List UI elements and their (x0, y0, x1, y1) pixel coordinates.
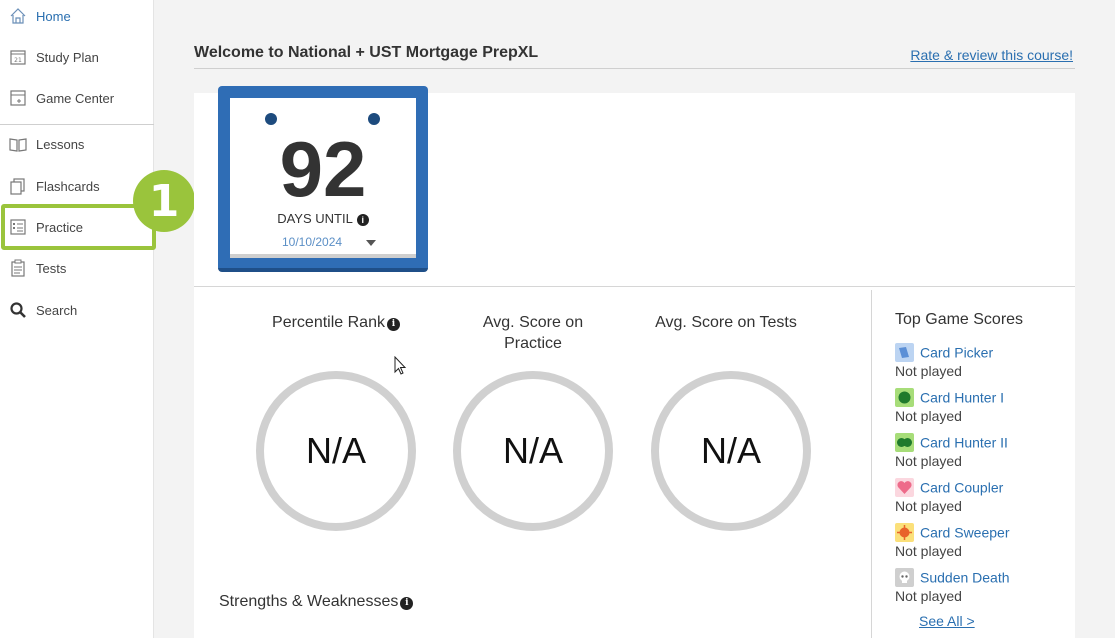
game-score-item: Sudden Death Not played (895, 568, 1065, 604)
days-until-text: DAYS UNTIL (277, 211, 353, 226)
step-callout-badge: 1 (133, 170, 195, 232)
panel-vertical-divider (871, 290, 872, 638)
svg-text:21: 21 (14, 57, 22, 64)
page-title: Welcome to National + UST Mortgage PrepX… (194, 44, 539, 61)
game-link-sudden-death[interactable]: Sudden Death (920, 570, 1010, 586)
sidebar-divider (0, 124, 154, 125)
sidebar-item-label: Lessons (36, 136, 85, 152)
game-score-item: Card Hunter I Not played (895, 388, 1065, 424)
game-score: Not played (895, 543, 962, 559)
clipboard-icon (9, 259, 27, 277)
game-link-card-hunter-ii[interactable]: Card Hunter II (920, 435, 1008, 451)
sidebar-item-label: Search (36, 302, 78, 318)
sweeper-icon (895, 523, 914, 542)
game-score-item: Card Coupler Not played (895, 478, 1065, 514)
sidebar-item-game-center[interactable]: Game Center (0, 81, 154, 115)
game-score: Not played (895, 498, 962, 514)
game-link-card-sweeper[interactable]: Card Sweeper (920, 525, 1010, 541)
sidebar-item-label: Game Center (36, 90, 115, 106)
flashcards-icon (9, 177, 27, 195)
header-divider (194, 68, 1075, 69)
percentile-rank-title: Percentile Rank i (246, 312, 426, 333)
game-score: Not played (895, 588, 962, 604)
sidebar-item-search[interactable]: Search (0, 293, 154, 327)
calendar-ring-icon (368, 113, 380, 125)
percentile-rank-label: Percentile Rank (272, 314, 385, 331)
game-score: Not played (895, 408, 962, 424)
info-icon[interactable]: i (400, 597, 414, 610)
top-game-scores-title: Top Game Scores (895, 311, 1024, 328)
sidebar-item-label: Home (36, 8, 71, 24)
game-link-card-picker[interactable]: Card Picker (920, 345, 993, 361)
practice-highlight-box (1, 204, 156, 250)
days-count: 92 (279, 125, 367, 213)
game-score: Not played (895, 363, 962, 379)
game-score-item: Card Hunter II Not played (895, 433, 1065, 469)
countdown-calendar: 92 DAYS UNTIL i 10/10/2024 (218, 86, 428, 272)
skull-icon (895, 568, 914, 587)
card-picker-icon (895, 343, 914, 362)
game-link-card-coupler[interactable]: Card Coupler (920, 480, 1003, 496)
card-hunter-ii-icon (895, 433, 914, 452)
info-icon[interactable]: i (356, 214, 369, 226)
game-score-item: Card Picker Not played (895, 343, 1065, 379)
game-center-icon (9, 89, 27, 107)
sidebar-item-tests[interactable]: Tests (0, 251, 154, 285)
sidebar-item-label: Tests (36, 260, 67, 276)
percentile-rank-ring: N/A (256, 371, 416, 531)
game-score-item: Card Sweeper Not played (895, 523, 1065, 559)
calendar-ring-icon (265, 113, 277, 125)
strengths-weaknesses-title: Strengths & Weaknesses i (219, 593, 414, 611)
sidebar: Home 21 Study Plan Game Center Lessons F… (0, 0, 154, 638)
sidebar-item-flashcards[interactable]: Flashcards (0, 169, 154, 203)
sidebar-item-label: Study Plan (36, 49, 99, 65)
sidebar-item-home[interactable]: Home (0, 0, 154, 33)
info-icon[interactable]: i (386, 318, 400, 331)
sidebar-item-study-plan[interactable]: 21 Study Plan (0, 40, 154, 74)
strengths-weaknesses-label: Strengths & Weaknesses (219, 593, 399, 610)
search-icon (9, 301, 27, 319)
avg-practice-title: Avg. Score on Practice (482, 314, 584, 352)
avg-tests-ring: N/A (651, 371, 811, 531)
avg-practice-ring: N/A (453, 371, 613, 531)
chevron-down-icon[interactable] (366, 240, 376, 246)
avg-tests-title: Avg. Score on Tests (655, 314, 797, 331)
book-icon (9, 135, 27, 153)
home-icon (9, 7, 27, 25)
sidebar-item-label: Flashcards (36, 178, 100, 194)
rate-review-link[interactable]: Rate & review this course! (910, 47, 1073, 63)
see-all-link[interactable]: See All > (919, 613, 975, 629)
heart-icon (895, 478, 914, 497)
exam-date[interactable]: 10/10/2024 (282, 235, 342, 249)
game-score: Not played (895, 453, 962, 469)
calendar-icon: 21 (9, 48, 27, 66)
card-hunter-icon (895, 388, 914, 407)
days-until-label: DAYS UNTIL i (230, 211, 416, 226)
calendar-page: 92 DAYS UNTIL i 10/10/2024 (230, 98, 416, 258)
panel-divider (194, 286, 1075, 287)
mouse-cursor-icon (394, 355, 408, 381)
sidebar-item-lessons[interactable]: Lessons (0, 127, 154, 161)
game-link-card-hunter-i[interactable]: Card Hunter I (920, 390, 1004, 406)
